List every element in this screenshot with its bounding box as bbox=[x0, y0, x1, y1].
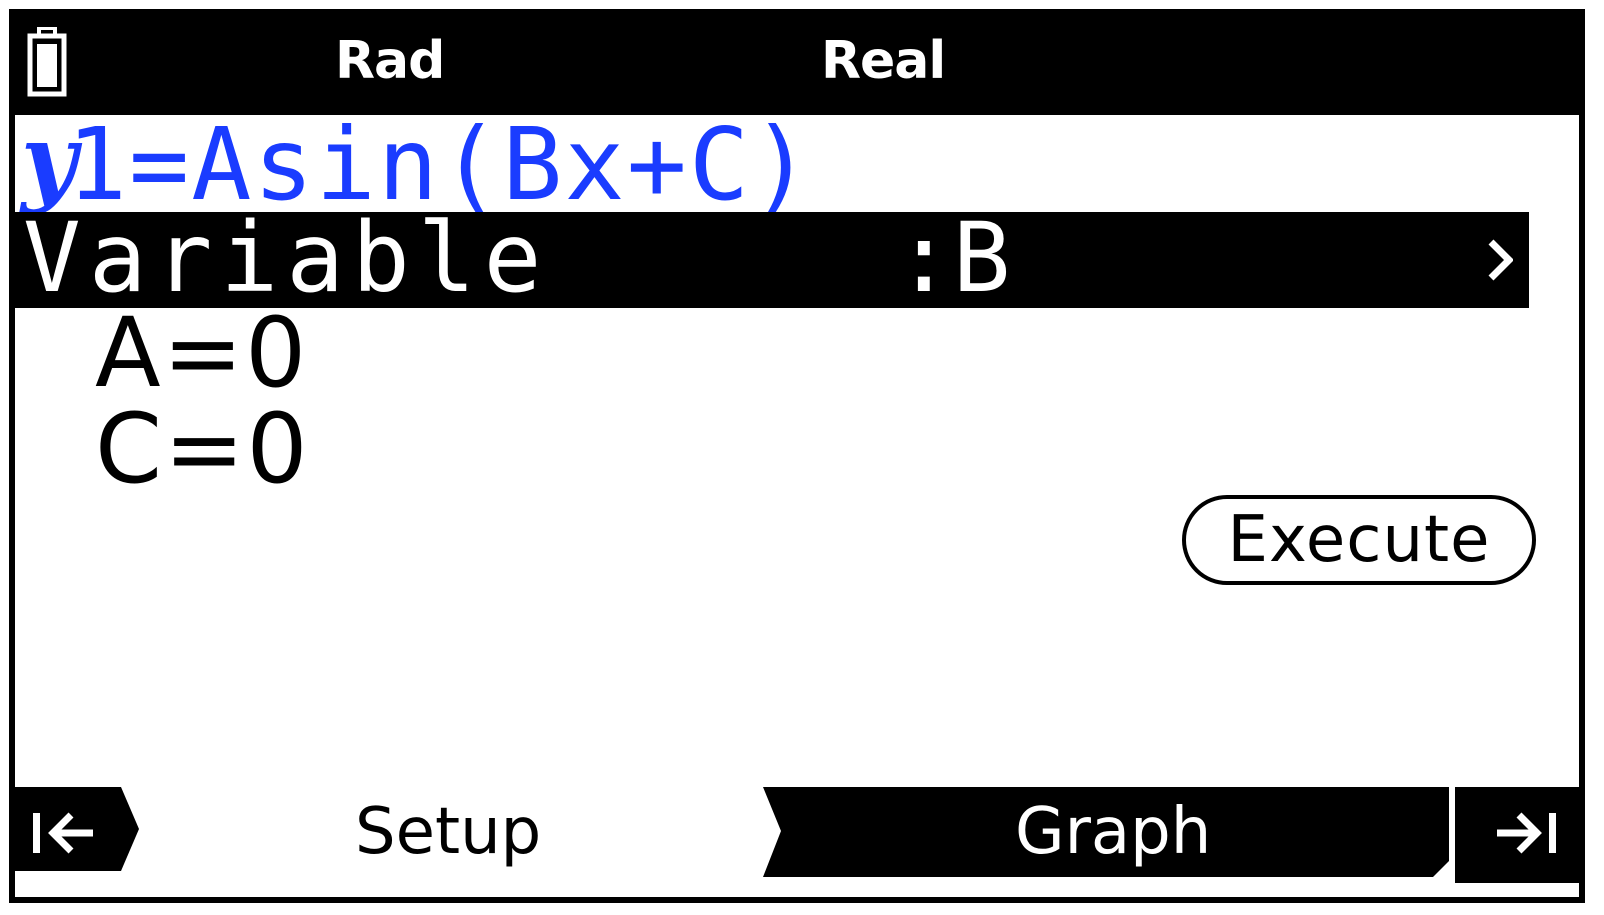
setup-key[interactable]: Setup bbox=[355, 787, 541, 877]
variable-label: Variable bbox=[23, 202, 550, 314]
variable-value: :B bbox=[895, 202, 1011, 314]
number-mode-indicator: Real bbox=[821, 31, 946, 91]
angle-unit-indicator: Rad bbox=[335, 31, 445, 91]
equation-expression: 1=Asin(Bx+C) bbox=[66, 106, 814, 223]
back-to-start-icon[interactable] bbox=[31, 809, 101, 857]
function-symbol: y bbox=[21, 103, 77, 216]
chevron-right-icon bbox=[1488, 239, 1513, 281]
to-end-icon[interactable] bbox=[1493, 809, 1563, 857]
status-bar: Rad Real bbox=[15, 15, 1579, 115]
execute-button[interactable]: Execute bbox=[1182, 495, 1536, 585]
battery-icon bbox=[27, 27, 67, 97]
equation-line: y1=Asin(Bx+C) bbox=[21, 106, 814, 223]
calculator-screen: Rad Real y1=Asin(Bx+C) Variable :B A=0 C… bbox=[9, 9, 1585, 903]
value-item-a[interactable]: A=0 bbox=[95, 305, 308, 401]
function-key-bar: Setup Graph bbox=[15, 787, 1579, 883]
value-item-c[interactable]: C=0 bbox=[95, 401, 310, 497]
function-key-shapes bbox=[15, 787, 1579, 883]
graph-key[interactable]: Graph bbox=[1015, 787, 1211, 877]
variable-selector-row[interactable]: Variable :B bbox=[15, 208, 1529, 308]
